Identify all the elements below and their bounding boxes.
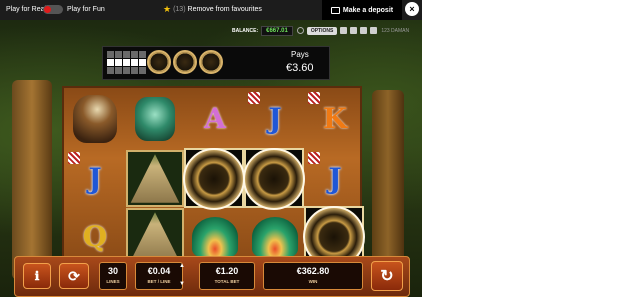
make-deposit-button[interactable]: Make a deposit bbox=[322, 0, 402, 20]
reels: A J K J J Q bbox=[62, 86, 365, 268]
total-bet-value: €1.20 bbox=[215, 266, 239, 276]
reel-symbol-j: J bbox=[66, 150, 124, 207]
star-icon: ★ bbox=[163, 4, 172, 14]
calendar-symbol-icon bbox=[199, 50, 223, 74]
reel-symbol-j: J bbox=[246, 90, 304, 147]
info-bar: BALANCE: €667.01 OPTIONS 123 DAMAN bbox=[232, 25, 418, 36]
lines-value: 30 bbox=[107, 266, 118, 276]
game-area: BALANCE: €667.01 OPTIONS 123 DAMAN Pays … bbox=[0, 20, 422, 297]
pays-label: Pays bbox=[291, 50, 309, 59]
win-label: WIN bbox=[308, 279, 318, 284]
wallet-icon bbox=[330, 6, 340, 14]
lines-box[interactable]: 30 LINES bbox=[99, 262, 127, 290]
pays-panel: Pays €3.60 bbox=[102, 46, 330, 80]
fullscreen-icon[interactable] bbox=[360, 27, 368, 34]
remove-favourite-button[interactable]: ★ (13) Remove from favourites bbox=[163, 5, 262, 14]
paytable-button[interactable]: ℹ bbox=[23, 263, 51, 289]
serpent-icon bbox=[135, 96, 175, 141]
emblem-icon bbox=[308, 152, 320, 164]
emblem-icon bbox=[248, 92, 260, 104]
options-button[interactable]: OPTIONS bbox=[306, 26, 338, 35]
total-bet-label: TOTAL BET bbox=[214, 279, 240, 284]
calendar-symbol-icon bbox=[183, 148, 245, 210]
jungle-tree-right bbox=[372, 90, 404, 280]
bet-per-line-label: BET / LINE bbox=[147, 279, 171, 284]
pyramid-icon bbox=[130, 154, 180, 203]
close-game-icon[interactable] bbox=[370, 27, 378, 34]
feather-headdress-icon bbox=[192, 216, 238, 257]
play-mode-toggle[interactable] bbox=[43, 5, 63, 14]
bet-decrease-icon[interactable]: ▼ bbox=[179, 281, 185, 287]
balance-label: BALANCE: bbox=[232, 27, 259, 34]
toggle-knob bbox=[44, 6, 51, 13]
jungle-tree-left bbox=[12, 80, 52, 280]
help-icon[interactable] bbox=[340, 27, 348, 34]
pays-value: €3.60 bbox=[286, 62, 314, 74]
calendar-symbol-icon bbox=[243, 148, 305, 210]
autoplay-button[interactable]: ⟳ bbox=[59, 263, 89, 289]
game-version: 123 DAMAN bbox=[381, 27, 410, 34]
lines-label: LINES bbox=[106, 279, 120, 284]
serpent-symbol bbox=[126, 90, 184, 147]
control-bar: ℹ ⟳ 30 LINES €0.04 BET / LINE ▲ ▼ €1.20 … bbox=[14, 256, 410, 297]
play-for-real-link[interactable]: Play for Real bbox=[6, 6, 46, 13]
spin-button[interactable]: ↻ bbox=[371, 261, 403, 291]
calendar-symbol-icon bbox=[173, 50, 197, 74]
emblem-icon bbox=[308, 92, 320, 104]
favourite-count: (13) bbox=[173, 6, 186, 13]
reel-symbol-k: K bbox=[306, 90, 364, 147]
close-icon[interactable]: × bbox=[405, 2, 419, 16]
autoplay-icon: ⟳ bbox=[68, 267, 80, 284]
play-for-fun-link[interactable]: Play for Fun bbox=[67, 6, 105, 13]
top-bar: Play for Real Play for Fun ★ (13) Remove… bbox=[0, 0, 422, 20]
eagle-icon bbox=[73, 94, 117, 143]
info-icon: ℹ bbox=[34, 269, 40, 283]
payline-pattern bbox=[107, 51, 146, 74]
deposit-label: Make a deposit bbox=[342, 6, 394, 14]
emblem-icon bbox=[68, 152, 80, 164]
spin-icon: ↻ bbox=[380, 268, 394, 285]
favourite-label: Remove from favourites bbox=[187, 6, 262, 13]
feather-headdress-icon bbox=[252, 216, 298, 257]
refresh-icon[interactable] bbox=[296, 27, 304, 34]
bet-per-line-box[interactable]: €0.04 BET / LINE bbox=[135, 262, 183, 290]
balance-value: €667.01 bbox=[261, 25, 293, 36]
pyramid-symbol bbox=[126, 150, 184, 207]
total-bet-box: €1.20 TOTAL BET bbox=[199, 262, 255, 290]
reel-symbol-a: A bbox=[204, 102, 226, 135]
bet-per-line-value: €0.04 bbox=[147, 266, 171, 276]
win-box: €362.80 WIN bbox=[263, 262, 363, 290]
sound-icon[interactable] bbox=[350, 27, 358, 34]
reel-symbol-j: J bbox=[306, 150, 364, 207]
bet-increase-icon[interactable]: ▲ bbox=[179, 263, 185, 269]
slot-game-page: Play for Real Play for Fun ★ (13) Remove… bbox=[0, 0, 638, 297]
win-value: €362.80 bbox=[296, 266, 330, 276]
calendar-symbol-icon bbox=[147, 50, 171, 74]
eagle-symbol bbox=[66, 90, 124, 147]
